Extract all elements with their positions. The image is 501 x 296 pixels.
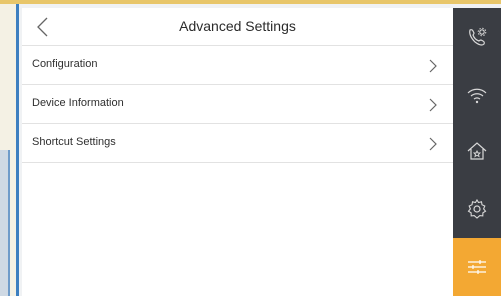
menu-item-label: Shortcut Settings [32, 136, 116, 148]
home-icon [467, 142, 487, 160]
sidebar [453, 8, 501, 296]
menu-item-shortcut-settings[interactable]: Shortcut Settings [22, 124, 453, 163]
sidebar-item-advanced[interactable] [453, 238, 501, 296]
menu-item-device-information[interactable]: Device Information [22, 85, 453, 124]
header-bar: Advanced Settings [22, 8, 453, 46]
chevron-right-icon [429, 59, 437, 73]
sidebar-item-home[interactable] [453, 128, 501, 174]
phone-gear-icon [469, 27, 487, 46]
page-title: Advanced Settings [179, 18, 296, 34]
menu-list: Configuration Device Information Shortcu… [22, 46, 453, 163]
chevron-right-icon [429, 137, 437, 151]
sidebar-item-settings[interactable] [453, 186, 501, 232]
chevron-right-icon [429, 98, 437, 112]
wifi-icon [467, 88, 487, 104]
left-accent-panel [0, 150, 10, 296]
menu-item-label: Device Information [32, 97, 124, 109]
menu-item-label: Configuration [32, 58, 98, 70]
settings-screen: Advanced Settings Configuration Device I… [22, 8, 453, 296]
sidebar-item-call-settings[interactable] [453, 14, 501, 60]
sidebar-item-wifi[interactable] [453, 72, 501, 118]
sliders-icon [468, 260, 486, 274]
gear-icon [467, 198, 487, 219]
menu-item-configuration[interactable]: Configuration [22, 46, 453, 85]
